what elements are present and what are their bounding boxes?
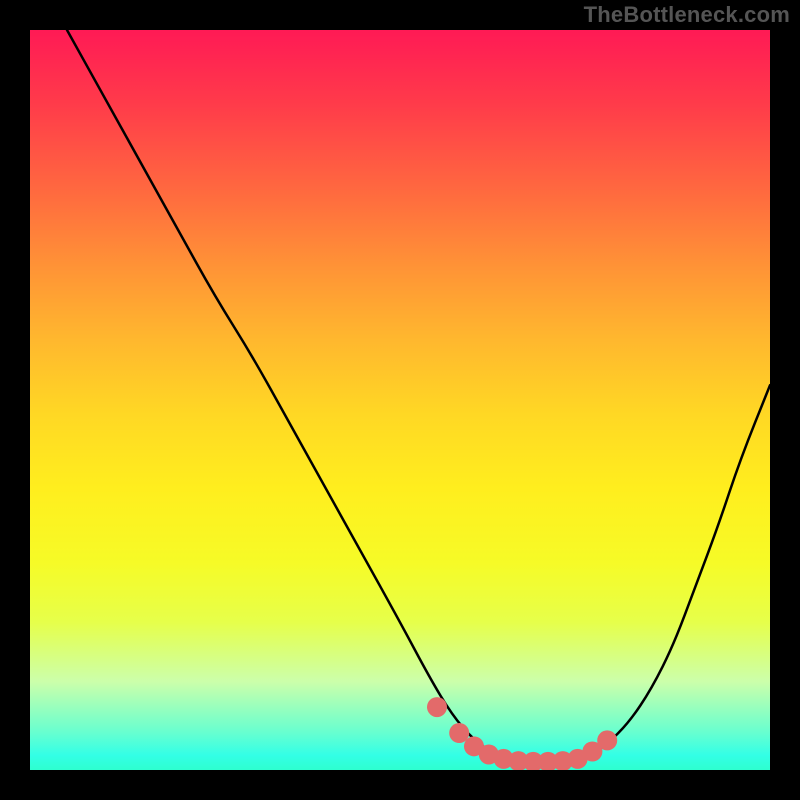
minimum-marker-point bbox=[597, 730, 617, 750]
curve-left bbox=[67, 30, 548, 762]
watermark-text: TheBottleneck.com bbox=[584, 2, 790, 28]
chart-svg bbox=[30, 30, 770, 770]
right-curve-path bbox=[548, 385, 770, 762]
left-curve-path bbox=[67, 30, 548, 762]
minimum-marker-group bbox=[427, 697, 617, 770]
curve-right bbox=[548, 385, 770, 762]
chart-frame: TheBottleneck.com bbox=[0, 0, 800, 800]
minimum-marker-point bbox=[427, 697, 447, 717]
plot-area bbox=[30, 30, 770, 770]
minimum-marker-point bbox=[449, 723, 469, 743]
